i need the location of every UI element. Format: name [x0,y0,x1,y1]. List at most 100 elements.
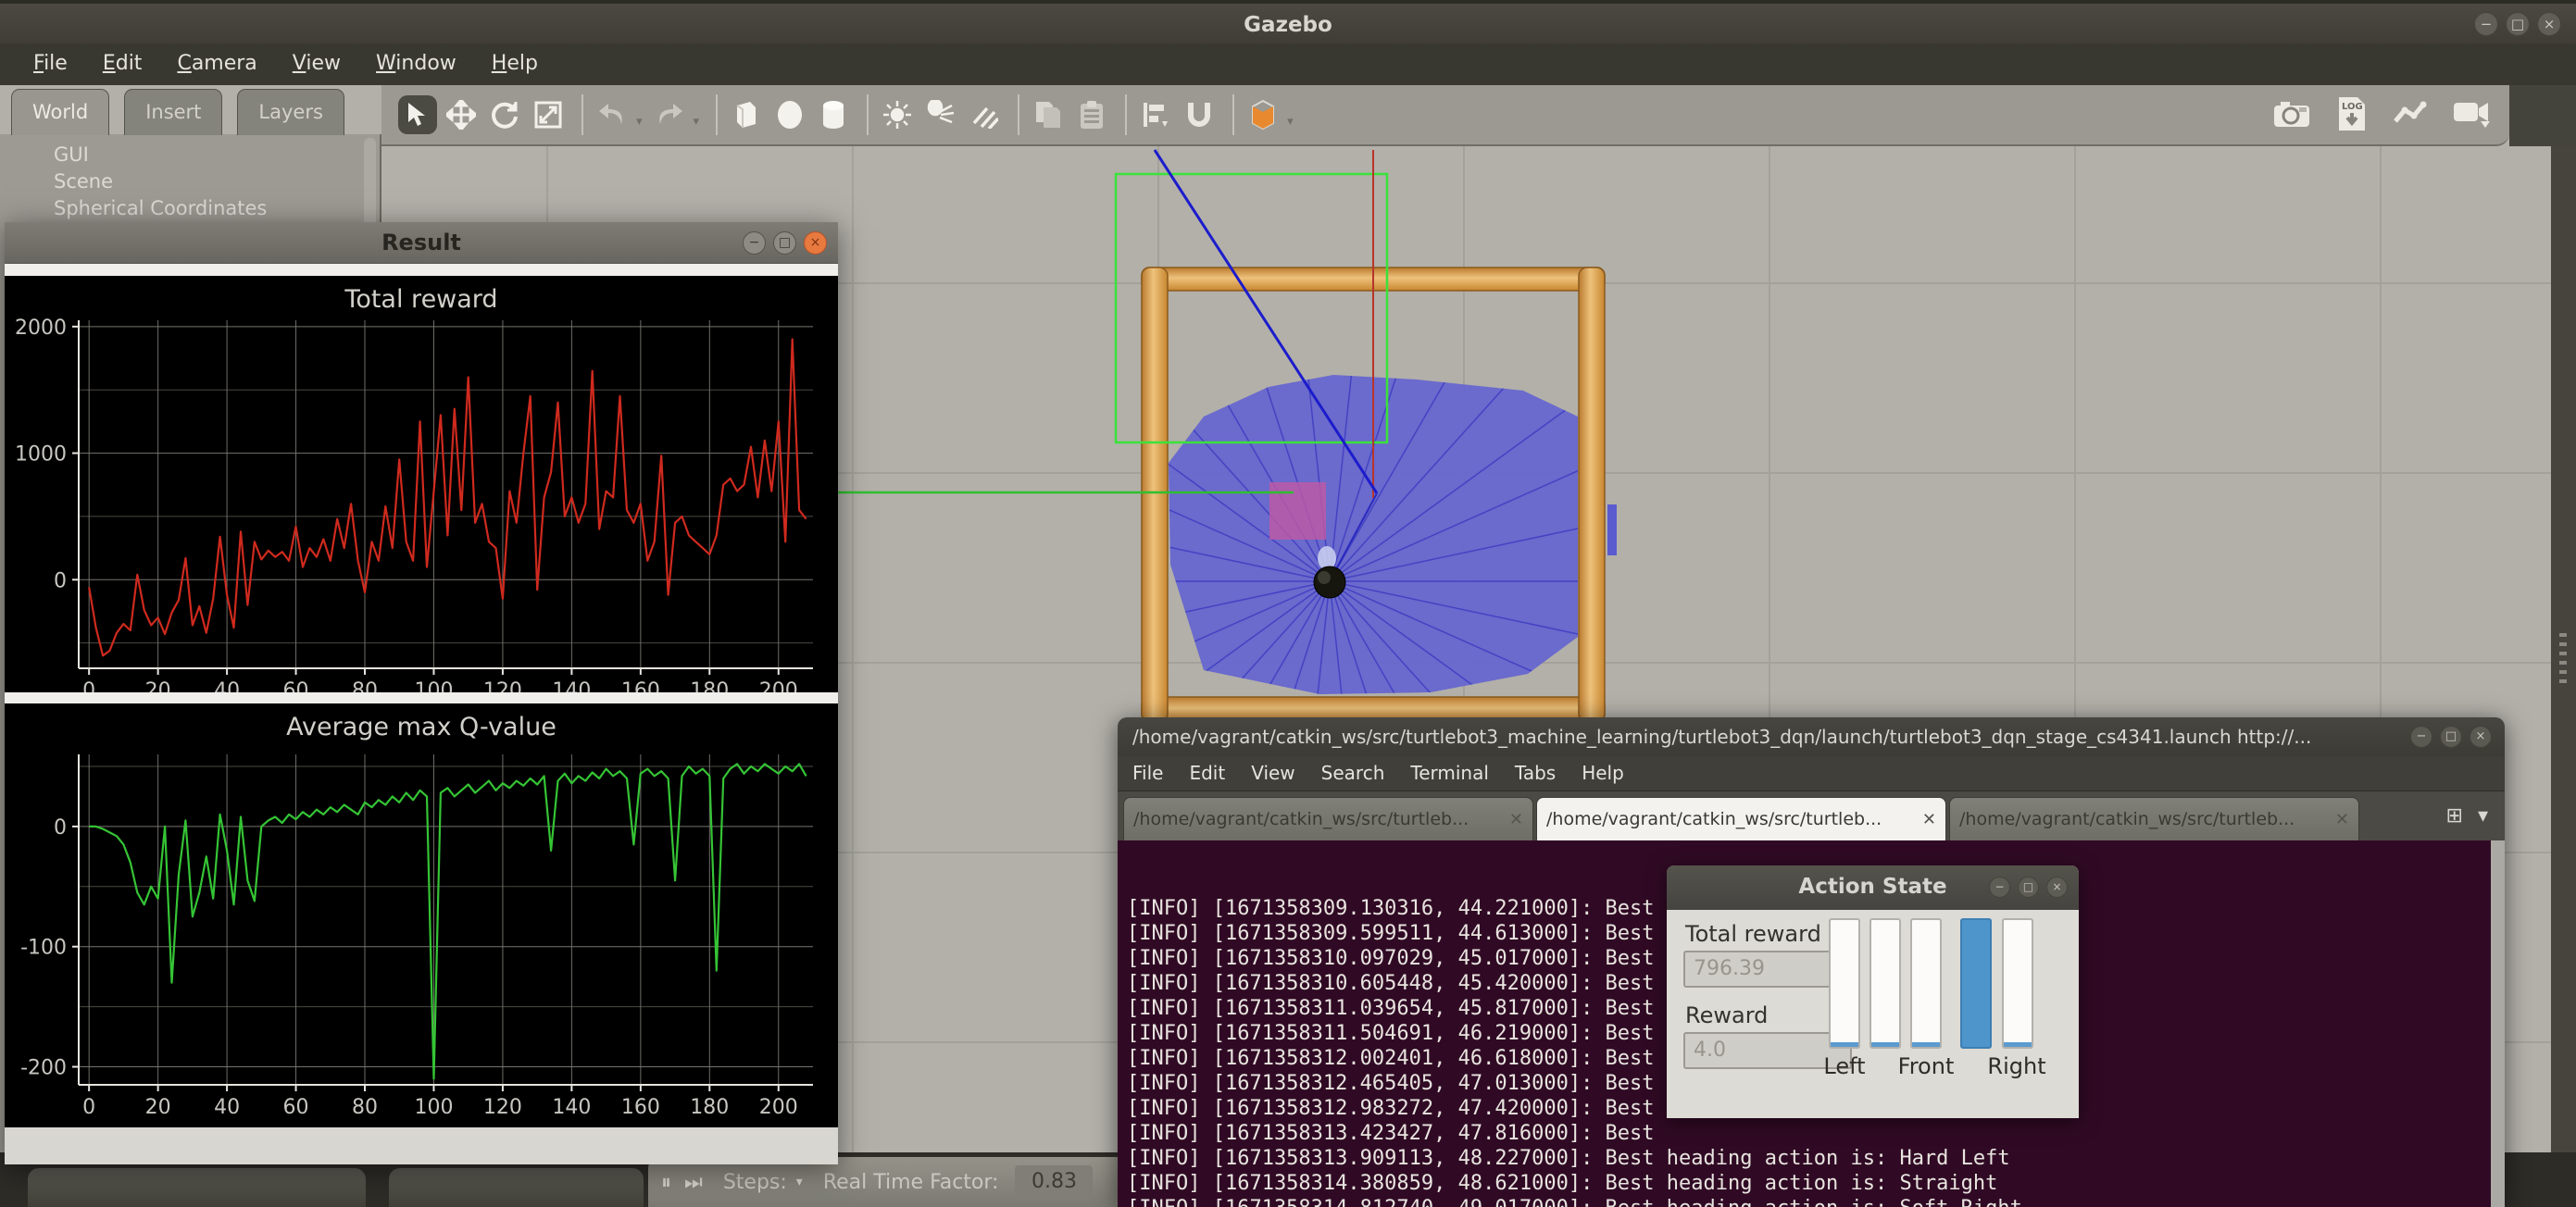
panel-tab[interactable]: Insert [124,89,222,135]
svg-text:1000: 1000 [15,443,67,467]
total-reward-plot: Total reward 020406080100120140160180200… [5,276,838,692]
action-bar-1 [1869,918,1901,1049]
menu-item[interactable]: Window [376,52,456,75]
menu-item[interactable]: View [1251,762,1294,790]
snap-button[interactable] [1180,95,1219,134]
tab-close-icon[interactable]: ✕ [2335,810,2349,829]
steps-chevron-icon[interactable]: ▾ [796,1175,803,1189]
desktop-top-bar: Gazebo − □ × [0,0,2576,44]
svg-text:0: 0 [82,679,95,692]
menu-item[interactable]: Terminal [1410,762,1489,790]
menu-item[interactable]: Search [1321,762,1385,790]
insert-sphere-button[interactable] [770,95,809,134]
translate-tool-button[interactable] [442,95,481,134]
close-button[interactable]: × [2046,877,2068,898]
minimize-button[interactable]: − [2474,12,2498,36]
terminal-scrollbar[interactable] [2491,840,2505,1207]
terminal-tab[interactable]: /home/vagrant/catkin_ws/src/turtleb... ✕ [1536,797,1946,840]
align-button[interactable] [1136,95,1175,134]
svg-text:40: 40 [214,679,240,692]
plot-title: Total reward [5,285,838,314]
view-angle-chevron-icon[interactable]: ▾ [1287,115,1294,129]
insert-box-button[interactable] [727,95,766,134]
window-title: Gazebo [0,13,2576,37]
maximize-button[interactable]: □ [773,231,796,255]
log-line: [INFO] [1671358313.909113, 48.227000]: B… [1127,1146,2505,1171]
world-tree-item[interactable]: Spherical Coordinates [54,197,380,224]
time-panel-box [389,1168,644,1207]
paste-button[interactable] [1072,95,1111,134]
undo-history-chevron-icon[interactable]: ▾ [636,115,643,129]
panel-tab[interactable]: Layers [237,89,344,135]
maximize-button[interactable]: □ [2506,12,2530,36]
result-title-bar[interactable]: Result − □ × [5,222,838,264]
tab-list-chevron-icon[interactable]: ▾ [2478,804,2488,827]
marker-sliver [1607,504,1617,555]
svg-text:20: 20 [145,1096,171,1119]
close-button[interactable]: × [2537,12,2561,36]
svg-text:LOG: LOG [2342,102,2363,112]
close-button[interactable]: × [2470,726,2492,748]
directional-light-button[interactable] [965,95,1004,134]
minimize-button[interactable]: − [1989,877,2010,898]
bar-label-left: Left [1823,1053,1865,1079]
menu-item[interactable]: Tabs [1515,762,1556,790]
menu-item[interactable]: Help [492,52,538,75]
tab-close-icon[interactable]: ✕ [1509,810,1523,829]
video-record-icon[interactable] [2453,94,2492,133]
svg-text:60: 60 [283,679,309,692]
minimize-button[interactable]: − [2410,726,2432,748]
menu-item[interactable]: File [1132,762,1163,790]
panel-tab[interactable]: World [11,89,109,135]
pause-icon[interactable]: ⏸ [661,1171,671,1194]
minimize-button[interactable]: − [743,231,766,255]
world-tree-item[interactable]: Scene [54,170,380,197]
splitter-grip[interactable] [2559,633,2567,689]
bar-label-right: Right [1987,1053,2045,1079]
action-bar-0 [1829,918,1860,1049]
redo-history-chevron-icon[interactable]: ▾ [694,115,700,129]
terminal-tab[interactable]: /home/vagrant/catkin_ws/src/turtleb... ✕ [1123,797,1533,840]
maximize-button[interactable]: □ [2440,726,2462,748]
svg-text:80: 80 [352,679,378,692]
menu-item[interactable]: View [293,52,341,75]
terminal-title-bar[interactable]: /home/vagrant/catkin_ws/src/turtlebot3_m… [1118,717,2505,756]
step-icon[interactable]: ⏭ [684,1171,703,1194]
view-angle-button[interactable] [1244,95,1282,134]
steps-label: Steps: [723,1171,787,1194]
q-value-plot: Average max Q-value 02040608010012014016… [5,703,838,1127]
copy-button[interactable] [1029,95,1068,134]
spot-light-button[interactable] [921,95,960,134]
plot-icon[interactable] [2393,94,2432,133]
redo-button[interactable] [650,95,689,134]
maximize-button[interactable]: □ [2018,877,2039,898]
svg-text:200: 200 [759,1096,798,1119]
menu-item[interactable]: Camera [177,52,256,75]
real-time-factor-label: Real Time Factor: [823,1171,999,1194]
terminal-tab[interactable]: /home/vagrant/catkin_ws/src/turtleb... ✕ [1949,797,2359,840]
log-record-icon[interactable]: LOG [2332,94,2371,133]
screenshot-camera-icon[interactable] [2272,94,2311,133]
rotate-tool-button[interactable] [485,95,524,134]
menu-item[interactable]: Edit [103,52,143,75]
insert-cylinder-button[interactable] [814,95,853,134]
scale-tool-button[interactable] [529,95,568,134]
world-tree-item[interactable]: GUI [54,143,380,170]
total-reward-field[interactable]: 796.39 [1683,951,1852,988]
tab-close-icon[interactable]: ✕ [1922,810,1936,829]
new-tab-icon[interactable]: ⊞ [2446,804,2463,827]
menu-item[interactable]: File [33,52,68,75]
menu-item[interactable]: Edit [1189,762,1225,790]
right-panel-splitter[interactable] [2551,85,2576,1207]
log-line: [INFO] [1671358314.380859, 48.621000]: B… [1127,1171,2505,1196]
action-bar-2 [1910,918,1942,1049]
menu-item[interactable]: Help [1582,762,1624,790]
select-tool-button[interactable] [398,95,437,134]
panel-tabs: World Insert Layers [11,89,344,135]
bar-label-front: Front [1898,1053,1955,1079]
action-state-title-bar[interactable]: Action State − □ × [1667,865,2079,910]
close-button[interactable]: × [804,231,827,255]
undo-button[interactable] [593,95,631,134]
svg-text:0: 0 [54,816,67,840]
point-light-button[interactable] [878,95,917,134]
